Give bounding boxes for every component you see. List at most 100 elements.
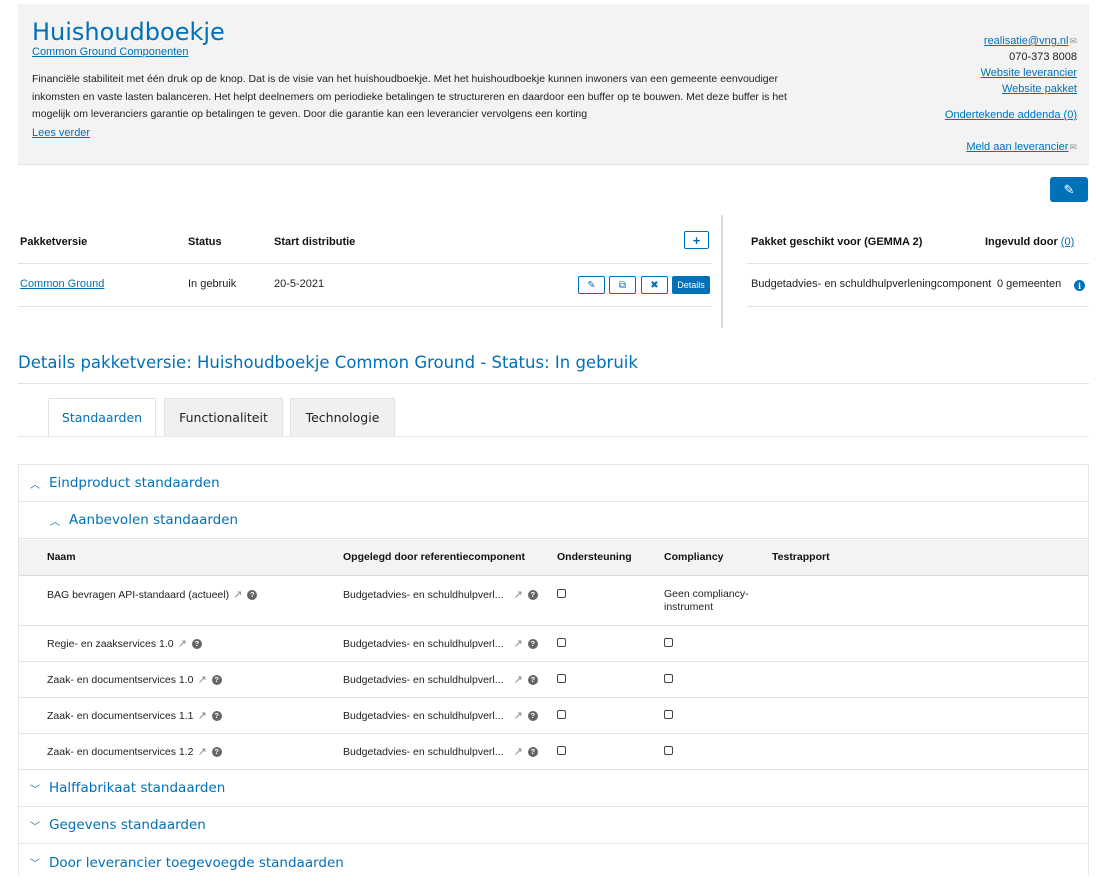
read-more-link[interactable]: Lees verder	[32, 127, 90, 139]
help-icon[interactable]: ?	[211, 710, 222, 721]
external-link-icon[interactable]: ↗	[198, 746, 207, 758]
subtitle-link[interactable]: Common Ground Componenten	[32, 46, 189, 58]
help-icon[interactable]: ?	[247, 589, 258, 600]
standards-table-header: Naam Opgelegd door referentiecomponent O…	[19, 540, 1088, 576]
compliancy-checkbox[interactable]	[664, 673, 673, 685]
external-link-icon[interactable]: ↗	[514, 746, 523, 758]
external-link-icon[interactable]: ↗	[514, 638, 523, 650]
compliancy-checkbox[interactable]	[664, 709, 673, 721]
addenda-link[interactable]: Ondertekende addenda (0)	[945, 109, 1077, 121]
support-checkbox[interactable]	[557, 673, 566, 685]
external-link-icon[interactable]: ↗	[198, 674, 207, 686]
ingevuld-door-count-link[interactable]: (0)	[1061, 236, 1074, 248]
support-checkbox[interactable]	[557, 709, 566, 721]
external-link-icon[interactable]: ↗	[178, 638, 187, 650]
section-gegevens[interactable]: ﹀ Gegevens standaarden	[19, 807, 1088, 844]
external-link-icon[interactable]: ↗	[198, 710, 207, 722]
add-version-button[interactable]: +	[684, 231, 709, 249]
imposed-by: Budgetadvies- en schuldhulpverl... ↗?	[343, 673, 538, 686]
help-icon[interactable]: ?	[211, 674, 222, 685]
col-pakketversie: Pakketversie	[20, 236, 88, 248]
col-ondersteuning: Ondersteuning	[557, 551, 632, 563]
package-header: Huishoudboekje Common Ground Componenten…	[18, 4, 1089, 165]
help-icon[interactable]: ?	[527, 589, 538, 600]
section-eindproduct[interactable]: ︿ Eindproduct standaarden	[19, 465, 1088, 502]
external-link-icon[interactable]: ↗	[233, 589, 242, 601]
table-row: Zaak- en documentservices 1.2 ↗? Budgetad…	[19, 734, 1088, 770]
details-button[interactable]: Details	[672, 276, 710, 294]
section-leverancier[interactable]: ﹀ Door leverancier toegevoegde standaard…	[19, 844, 1088, 881]
table-row: BAG bevragen API-standaard (actueel) ↗? B…	[19, 576, 1088, 626]
suitability-count: 0 gemeenten	[997, 278, 1062, 290]
compliancy-line2: instrument	[664, 601, 714, 613]
tab-standaarden[interactable]: Standaarden	[48, 398, 156, 436]
version-status: In gebruik	[188, 278, 237, 290]
section-aanbevolen-label: Aanbevolen standaarden	[69, 512, 239, 528]
help-icon[interactable]: ?	[191, 638, 202, 649]
section-aanbevolen[interactable]: ︿ Aanbevolen standaarden	[19, 502, 1088, 539]
plus-icon: +	[692, 232, 701, 248]
col-pakket-geschikt: Pakket geschikt voor (GEMMA 2)	[751, 236, 923, 248]
tab-functionaliteit[interactable]: Functionaliteit	[164, 398, 283, 436]
details-title: Details pakketversie: Huishoudboekje Com…	[18, 353, 638, 372]
email-link[interactable]: realisatie@vng.nl	[984, 35, 1069, 47]
section-eindproduct-label: Eindproduct standaarden	[49, 475, 220, 491]
section-gegevens-label: Gegevens standaarden	[49, 817, 206, 833]
website-package-link[interactable]: Website pakket	[1002, 83, 1077, 95]
standards-panel: ︿ Eindproduct standaarden ︿ Aanbevolen s…	[18, 464, 1089, 875]
package-description: Financiële stabiliteit met één druk op d…	[32, 73, 787, 120]
tab-technologie[interactable]: Technologie	[290, 398, 395, 436]
delete-version-button[interactable]: ✖	[641, 276, 668, 294]
table-row: Zaak- en documentservices 1.1 ↗? Budgetad…	[19, 698, 1088, 734]
standard-name: Zaak- en documentservices 1.1 ↗?	[47, 709, 222, 722]
help-icon[interactable]: ?	[527, 746, 538, 757]
page-title: Huishoudboekje	[32, 18, 225, 46]
support-checkbox[interactable]	[557, 588, 566, 600]
info-icon[interactable]: i	[1074, 280, 1085, 291]
external-link-icon[interactable]: ↗	[514, 589, 523, 601]
compliancy-value: Geen compliancy-instrument	[664, 588, 749, 614]
support-checkbox[interactable]	[557, 745, 566, 757]
version-name-link[interactable]: Common Ground	[20, 278, 104, 290]
chevron-up-icon: ︿	[50, 516, 60, 528]
report-supplier-link[interactable]: Meld aan leverancier	[966, 141, 1068, 153]
chevron-down-icon: ﹀	[30, 859, 40, 870]
tabs-baseline	[18, 436, 1089, 437]
imposed-by-text: Budgetadvies- en schuldhulpverl...	[343, 710, 504, 722]
help-icon[interactable]: ?	[527, 710, 538, 721]
compliancy-checkbox[interactable]	[664, 745, 673, 757]
imposed-by: Budgetadvies- en schuldhulpverl... ↗?	[343, 745, 538, 758]
help-icon[interactable]: ?	[211, 746, 222, 757]
website-supplier-link[interactable]: Website leverancier	[981, 67, 1077, 79]
col-testrapport: Testrapport	[772, 551, 830, 563]
divider	[747, 306, 1089, 307]
table-row: Zaak- en documentservices 1.0 ↗? Budgetad…	[19, 662, 1088, 698]
external-link-icon[interactable]: ↗	[514, 710, 523, 722]
edit-version-button[interactable]: ✎	[578, 276, 605, 294]
imposed-by-text: Budgetadvies- en schuldhulpverl...	[343, 589, 504, 601]
chevron-up-icon: ︿	[30, 479, 40, 491]
imposed-by-text: Budgetadvies- en schuldhulpverl...	[343, 674, 504, 686]
copy-version-button[interactable]: ⧉	[609, 276, 636, 294]
envelope-icon: ✉	[1069, 142, 1077, 152]
contact-block: realisatie@vng.nl ✉ 070-373 8008 Website …	[945, 33, 1077, 155]
table-row: Regie- en zaakservices 1.0 ↗? Budgetadvie…	[19, 626, 1088, 662]
standard-name: Regie- en zaakservices 1.0 ↗?	[47, 637, 202, 650]
help-icon[interactable]: ?	[527, 674, 538, 685]
support-checkbox[interactable]	[557, 637, 566, 649]
phone-number: 070-373 8008	[1009, 51, 1077, 63]
imposed-by: Budgetadvies- en schuldhulpverl... ↗?	[343, 588, 538, 601]
external-link-icon[interactable]: ↗	[514, 674, 523, 686]
help-icon[interactable]: ?	[527, 638, 538, 649]
standard-name-text: Regie- en zaakservices 1.0	[47, 638, 174, 650]
col-start-distributie: Start distributie	[274, 236, 356, 248]
standard-name-text: Zaak- en documentservices 1.2	[47, 746, 194, 758]
section-leverancier-label: Door leverancier toegevoegde standaarden	[49, 854, 344, 871]
compliancy-checkbox[interactable]	[664, 637, 673, 649]
section-halffabrikaat[interactable]: ﹀ Halffabrikaat standaarden	[19, 770, 1088, 807]
standard-name: BAG bevragen API-standaard (actueel) ↗?	[47, 588, 258, 601]
standard-name-text: Zaak- en documentservices 1.0	[47, 674, 194, 686]
compliancy-line1: Geen compliancy-	[664, 588, 749, 600]
edit-package-button[interactable]: ✎	[1050, 177, 1088, 202]
divider	[747, 263, 1089, 264]
